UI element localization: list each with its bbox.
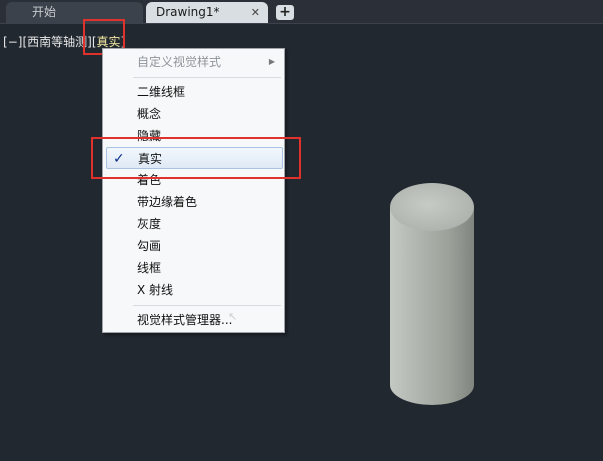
menu-item-shaded-with-edges[interactable]: 带边缘着色 (103, 191, 284, 213)
menu-item-label: 概念 (137, 107, 162, 121)
menu-item-label: 线框 (137, 261, 162, 275)
menu-item-label: 勾画 (137, 239, 162, 253)
menu-item-custom-visual-styles: 自定义视觉样式 ▶ (103, 51, 284, 73)
menu-item-sketchy[interactable]: 勾画 (103, 235, 284, 257)
menu-item-visual-styles-manager[interactable]: 视觉样式管理器... (103, 309, 284, 331)
menu-item-x-ray[interactable]: X 射线 (103, 279, 284, 301)
new-tab-button[interactable]: + (276, 5, 294, 20)
highlight-box-realistic (91, 137, 301, 179)
menu-separator (133, 77, 281, 78)
menu-item-conceptual[interactable]: 概念 (103, 103, 284, 125)
submenu-arrow-icon: ▶ (268, 57, 275, 66)
mouse-cursor-icon: ↖ (228, 310, 238, 323)
cylinder-body (390, 207, 474, 405)
close-icon[interactable]: ✕ (251, 2, 260, 23)
menu-item-label: X 射线 (137, 283, 174, 297)
menu-item-label: 带边缘着色 (137, 195, 198, 209)
menu-item-wireframe[interactable]: 线框 (103, 257, 284, 279)
menu-item-label: 灰度 (137, 217, 162, 231)
tab-drawing1[interactable]: Drawing1* ✕ (146, 2, 268, 23)
menu-item-label: 二维线框 (137, 85, 186, 99)
menu-item-label: 自定义视觉样式 (137, 55, 222, 69)
menu-item-label: 视觉样式管理器... (137, 313, 233, 327)
cylinder-3d-object[interactable] (380, 175, 484, 415)
menu-separator (133, 305, 281, 306)
tab-start-label: 开始 (32, 5, 57, 19)
viewport-minus-button[interactable]: − (8, 35, 18, 49)
menu-item-shades-of-gray[interactable]: 灰度 (103, 213, 284, 235)
cylinder-top (390, 183, 474, 231)
view-control-label[interactable]: 西南等轴测 (27, 35, 87, 49)
tab-drawing1-label: Drawing1* (156, 5, 220, 19)
visual-style-context-menu: 自定义视觉样式 ▶ 二维线框 概念 隐藏 ✓ 真实 着色 带边缘着色 灰度 勾画… (102, 48, 285, 333)
menu-item-2d-wireframe[interactable]: 二维线框 (103, 81, 284, 103)
